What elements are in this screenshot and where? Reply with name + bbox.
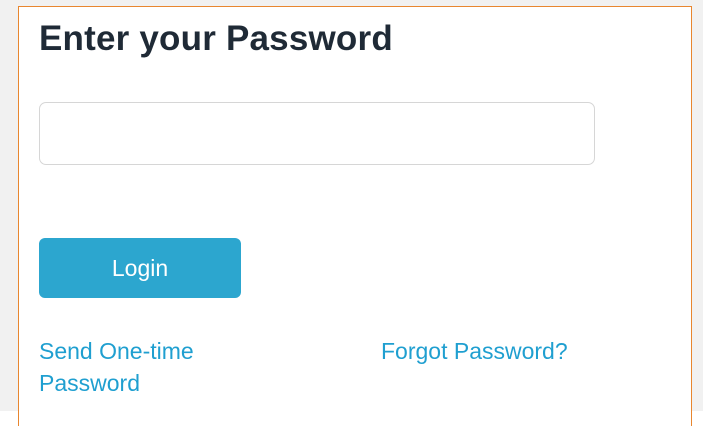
forgot-password-link[interactable]: Forgot Password? bbox=[381, 335, 568, 367]
password-input[interactable] bbox=[39, 102, 595, 165]
login-card: Enter your Password Login Send One-time … bbox=[18, 6, 692, 426]
send-one-time-password-link[interactable]: Send One-time Password bbox=[39, 335, 259, 399]
page-title: Enter your Password bbox=[39, 19, 393, 58]
login-button[interactable]: Login bbox=[39, 238, 241, 298]
